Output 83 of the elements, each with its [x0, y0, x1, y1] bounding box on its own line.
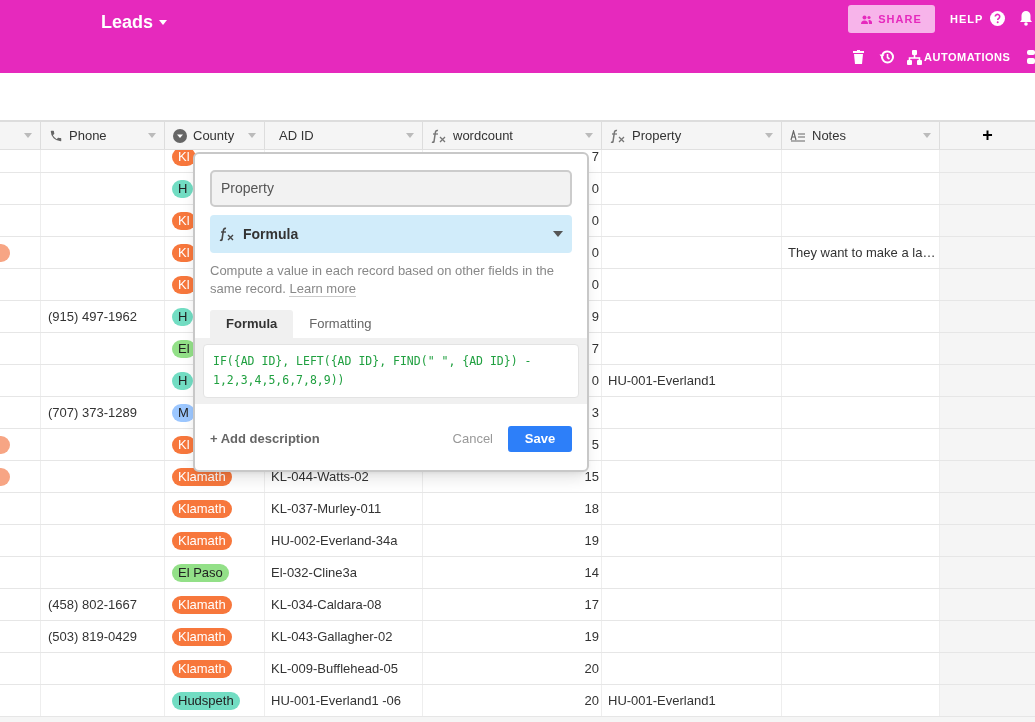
dialog-tab[interactable]: Formatting: [293, 310, 388, 338]
long-text-icon: [790, 129, 806, 142]
people-icon: [861, 14, 873, 24]
add-description-button[interactable]: + Add description: [210, 429, 320, 449]
phone-cell: (458) 802-1667: [41, 589, 165, 620]
wordcount-cell: 14: [423, 557, 602, 588]
app-icon[interactable]: [1027, 50, 1035, 64]
county-tag: El Paso: [172, 563, 229, 582]
column-name: Property: [632, 126, 682, 145]
history-icon[interactable]: [879, 50, 894, 64]
phone-cell: (915) 497-1962: [41, 301, 165, 332]
dropdown-circle-icon: [173, 128, 187, 143]
field-type-select[interactable]: Formula: [210, 215, 572, 253]
phone-cell: (503) 819-0429: [41, 621, 165, 652]
county-tag: El: [172, 339, 196, 358]
column-header[interactable]: County: [165, 122, 265, 149]
automations-button[interactable]: AUTOMATIONS: [907, 49, 1011, 66]
add-column-button[interactable]: +: [940, 122, 1035, 149]
help-button[interactable]: HELP: [950, 11, 984, 28]
caret-icon: [159, 20, 168, 25]
caret-icon: [406, 133, 414, 138]
wordcount-cell: 19: [423, 525, 602, 556]
phone-icon: [49, 128, 63, 143]
field-name-input[interactable]: Property: [210, 170, 572, 207]
caret-icon: [148, 133, 156, 138]
dialog-tab[interactable]: Formula: [210, 310, 294, 338]
hierarchy-icon: [907, 49, 922, 65]
county-tag: Kl: [172, 243, 196, 262]
ad-id-cell: KL-034-Caldara-08: [265, 589, 423, 620]
save-button[interactable]: Save: [508, 426, 572, 452]
property-cell: HU-001-Everland1: [602, 685, 782, 716]
county-tag: Klamath: [172, 659, 232, 678]
county-tag: Kl: [172, 275, 196, 294]
wordcount-cell: 20: [423, 653, 602, 684]
county-tag: Klamath: [172, 627, 232, 646]
column-header[interactable]: Property: [602, 122, 782, 149]
county-tag: Kl: [172, 150, 196, 166]
caret-icon: [248, 133, 256, 138]
county-tag: Klamath: [172, 595, 232, 614]
bell-icon[interactable]: [1019, 10, 1033, 26]
wordcount-cell: 20: [423, 685, 602, 716]
formula-icon: [219, 226, 235, 242]
column-header[interactable]: Notes: [782, 122, 940, 149]
formula-icon: [610, 128, 626, 143]
formula-editor[interactable]: IF({AD ID}, LEFT({AD ID}, FIND(" ", {AD ID}) - 1,2,3,4,5,6,7,8,9)): [203, 344, 579, 398]
column-header[interactable]: wordcount: [423, 122, 602, 149]
column-header[interactable]: Phone: [41, 122, 165, 149]
ad-id-cell: HU-001-Everland1 -06: [265, 685, 423, 716]
wordcount-cell: 19: [423, 621, 602, 652]
caret-icon: [923, 133, 931, 138]
trash-icon[interactable]: [853, 50, 864, 64]
column-name: Phone: [69, 126, 107, 145]
ad-id-cell: KL-043-Gallagher-02: [265, 621, 423, 652]
help-icon[interactable]: [990, 11, 1005, 26]
column-name: AD ID: [279, 126, 314, 145]
column-header[interactable]: AD ID: [265, 122, 423, 149]
base-title-menu[interactable]: Leads: [101, 9, 168, 36]
phone-cell: (707) 373-1289: [41, 397, 165, 428]
county-tag: Klamath: [172, 499, 232, 518]
county-tag: Kl: [172, 211, 196, 230]
wordcount-cell: 17: [423, 589, 602, 620]
formula-icon: [431, 128, 447, 143]
caret-icon: [765, 133, 773, 138]
county-tag: Hudspeth: [172, 691, 240, 710]
property-cell: HU-001-Everland1: [602, 365, 782, 396]
ad-id-cell: KL-009-Bufflehead-05: [265, 653, 423, 684]
caret-icon: [585, 133, 593, 138]
column-name: County: [193, 126, 235, 145]
county-tag: Kl: [172, 435, 196, 454]
county-tag: H: [172, 179, 194, 198]
ad-id-cell: HU-002-Everland-34a: [265, 525, 423, 556]
column-name: Notes: [812, 126, 846, 145]
ad-id-cell: El-032-Cline3a: [265, 557, 423, 588]
caret-icon: [24, 133, 32, 138]
county-tag: M: [172, 403, 195, 422]
county-tag: H: [172, 307, 194, 326]
ad-id-cell: KL-037-Murley-011: [265, 493, 423, 524]
county-tag: H: [172, 371, 194, 390]
notes-cell: They want to make a la…: [782, 237, 940, 268]
column-name: wordcount: [453, 126, 513, 145]
county-tag: Klamath: [172, 531, 232, 550]
learn-more-link[interactable]: Learn more: [289, 281, 356, 297]
wordcount-cell: 18: [423, 493, 602, 524]
